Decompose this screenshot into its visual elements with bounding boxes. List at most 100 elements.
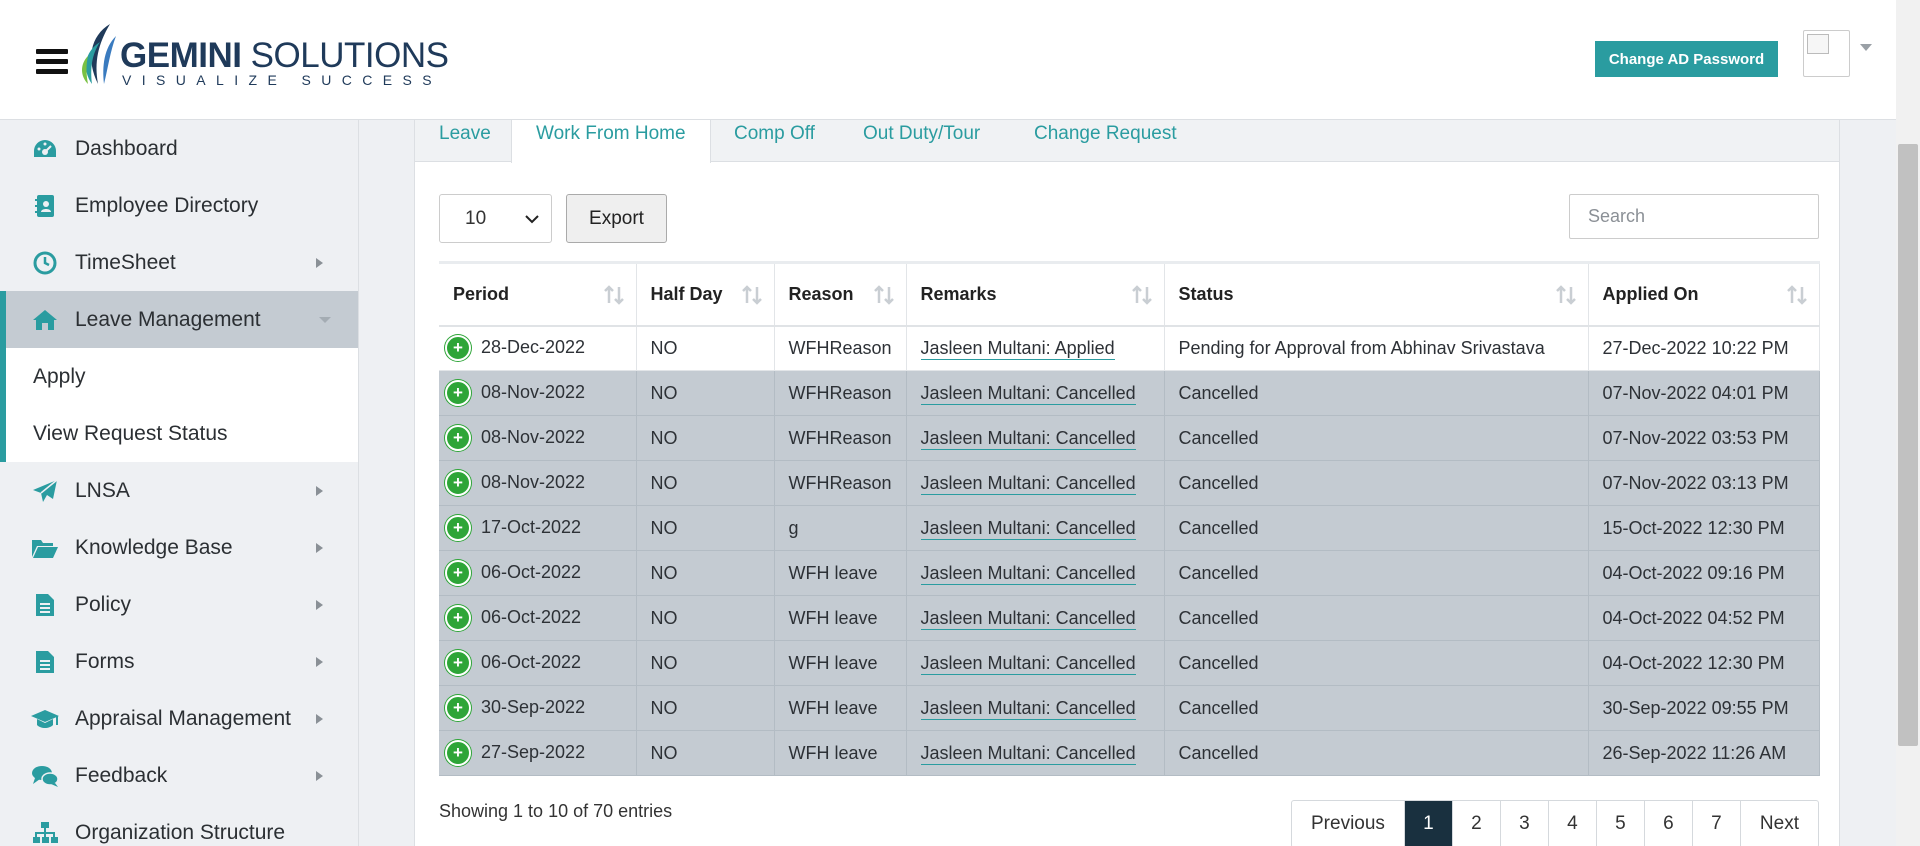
- remarks-link[interactable]: Jasleen Multani: Cancelled: [920, 697, 1136, 720]
- sidebar-item-forms[interactable]: Forms: [0, 633, 358, 690]
- table-row[interactable]: +08-Nov-2022 NO WFHReason Jasleen Multan…: [439, 415, 1820, 461]
- remarks-link[interactable]: Jasleen Multani: Cancelled: [920, 427, 1136, 450]
- table-row[interactable]: +06-Oct-2022 NO WFH leave Jasleen Multan…: [439, 640, 1820, 686]
- chevron-right-icon: [316, 258, 323, 268]
- remarks-link[interactable]: Jasleen Multani: Cancelled: [920, 382, 1136, 405]
- tab-leave[interactable]: Leave: [439, 120, 491, 162]
- chevron-right-icon: [316, 771, 323, 781]
- remarks-link[interactable]: Jasleen Multani: Cancelled: [920, 742, 1136, 765]
- sidebar-subitem-apply[interactable]: Apply: [0, 348, 358, 405]
- table-row[interactable]: +08-Nov-2022 NO WFHReason Jasleen Multan…: [439, 370, 1820, 416]
- table-row[interactable]: +08-Nov-2022 NO WFHReason Jasleen Multan…: [439, 460, 1820, 506]
- change-ad-password-button[interactable]: Change AD Password: [1595, 41, 1778, 77]
- document-icon: [30, 590, 60, 620]
- tab-work-from-home[interactable]: Work From Home: [511, 120, 711, 163]
- tab-change-request[interactable]: Change Request: [1034, 120, 1177, 162]
- sidebar-item-leave-management[interactable]: Leave Management: [0, 291, 358, 348]
- page-button-3[interactable]: 3: [1501, 801, 1549, 846]
- status-cell: Pending for Approval from Abhinav Srivas…: [1164, 325, 1589, 371]
- expand-row-icon[interactable]: +: [445, 425, 471, 451]
- sidebar-item-appraisal-management[interactable]: Appraisal Management: [0, 690, 358, 747]
- expand-row-icon[interactable]: +: [445, 740, 471, 766]
- table-row[interactable]: +27-Sep-2022 NO WFH leave Jasleen Multan…: [439, 730, 1820, 776]
- chevron-down-icon: [525, 215, 539, 224]
- export-button[interactable]: Export: [566, 194, 667, 243]
- leaf-logo-icon: [82, 24, 116, 84]
- chat-bubbles-icon: [30, 761, 60, 791]
- column-header-remarks[interactable]: Remarks: [906, 261, 1165, 327]
- column-header-period[interactable]: Period: [439, 261, 637, 327]
- table-row[interactable]: +30-Sep-2022 NO WFH leave Jasleen Multan…: [439, 685, 1820, 731]
- table-info: Showing 1 to 10 of 70 entries: [439, 801, 673, 821]
- applied-on-cell: 30-Sep-2022 09:55 PM: [1588, 685, 1820, 731]
- sidebar-item-policy[interactable]: Policy: [0, 576, 358, 633]
- sidebar-item-lnsa[interactable]: LNSA: [0, 462, 358, 519]
- column-header-reason[interactable]: Reason: [774, 261, 907, 327]
- remarks-link[interactable]: Jasleen Multani: Applied: [920, 337, 1115, 360]
- remarks-link[interactable]: Jasleen Multani: Cancelled: [920, 517, 1136, 540]
- expand-row-icon[interactable]: +: [445, 470, 471, 496]
- sidebar: Dashboard Employee Directory TimeSheet L…: [0, 120, 359, 846]
- page-button-5[interactable]: 5: [1597, 801, 1645, 846]
- expand-row-icon[interactable]: +: [445, 650, 471, 676]
- half-day-cell: NO: [636, 415, 775, 461]
- column-header-status[interactable]: Status: [1164, 261, 1589, 327]
- table-row[interactable]: +28-Dec-2022 NO WFHReason Jasleen Multan…: [439, 325, 1820, 371]
- company-logo[interactable]: GEMINI SOLUTIONS VISUALIZE SUCCESS: [80, 22, 449, 92]
- table-row[interactable]: +17-Oct-2022 NO g Jasleen Multani: Cance…: [439, 505, 1820, 551]
- sort-icon: [1786, 285, 1807, 305]
- expand-row-icon[interactable]: +: [445, 515, 471, 541]
- page-button-1[interactable]: 1: [1404, 801, 1453, 846]
- chevron-right-icon: [316, 657, 323, 667]
- applied-on-cell: 15-Oct-2022 12:30 PM: [1588, 505, 1820, 551]
- table-row[interactable]: +06-Oct-2022 NO WFH leave Jasleen Multan…: [439, 550, 1820, 596]
- sidebar-item-knowledge-base[interactable]: Knowledge Base: [0, 519, 358, 576]
- sidebar-item-timesheet[interactable]: TimeSheet: [0, 234, 358, 291]
- page-button-7[interactable]: 7: [1693, 801, 1741, 846]
- status-cell: Cancelled: [1164, 730, 1589, 776]
- page-scrollbar[interactable]: [1896, 0, 1920, 846]
- page-button-4[interactable]: 4: [1549, 801, 1597, 846]
- expand-row-icon[interactable]: +: [445, 380, 471, 406]
- remarks-cell: Jasleen Multani: Cancelled: [906, 415, 1165, 461]
- next-page-button[interactable]: Next: [1741, 801, 1818, 846]
- graduation-cap-icon: [30, 704, 60, 734]
- expand-row-icon[interactable]: +: [445, 560, 471, 586]
- reason-cell: WFHReason: [774, 460, 907, 506]
- remarks-link[interactable]: Jasleen Multani: Cancelled: [920, 652, 1136, 675]
- half-day-cell: NO: [636, 460, 775, 506]
- remarks-link[interactable]: Jasleen Multani: Cancelled: [920, 562, 1136, 585]
- remarks-link[interactable]: Jasleen Multani: Cancelled: [920, 472, 1136, 495]
- sidebar-item-organization-structure[interactable]: Organization Structure: [0, 804, 358, 846]
- expand-row-icon[interactable]: +: [445, 335, 471, 362]
- avatar[interactable]: [1803, 30, 1850, 77]
- remarks-cell: Jasleen Multani: Cancelled: [906, 640, 1165, 686]
- page-length-select[interactable]: 10: [439, 194, 552, 243]
- tab-comp-off[interactable]: Comp Off: [734, 120, 815, 162]
- page-button-2[interactable]: 2: [1453, 801, 1501, 846]
- previous-page-button[interactable]: Previous: [1292, 801, 1405, 846]
- remarks-link[interactable]: Jasleen Multani: Cancelled: [920, 607, 1136, 630]
- expand-row-icon[interactable]: +: [445, 695, 471, 721]
- expand-row-icon[interactable]: +: [445, 605, 471, 631]
- sidebar-item-label: Appraisal Management: [75, 706, 291, 730]
- column-header-applied-on[interactable]: Applied On: [1588, 261, 1820, 327]
- sidebar-item-employee-directory[interactable]: Employee Directory: [0, 177, 358, 234]
- hamburger-menu-icon[interactable]: [36, 49, 68, 75]
- sidebar-item-feedback[interactable]: Feedback: [0, 747, 358, 804]
- reason-cell: WFH leave: [774, 640, 907, 686]
- applied-on-cell: 07-Nov-2022 04:01 PM: [1588, 370, 1820, 416]
- column-header-half-day[interactable]: Half Day: [636, 261, 775, 327]
- tab-out-duty-tour[interactable]: Out Duty/Tour: [863, 120, 980, 162]
- sidebar-subitem-view-request-status[interactable]: View Request Status: [0, 405, 358, 462]
- chevron-down-icon[interactable]: [1860, 44, 1872, 51]
- scrollbar-thumb[interactable]: [1898, 144, 1918, 746]
- sidebar-item-label: Feedback: [75, 763, 168, 787]
- table-row[interactable]: +06-Oct-2022 NO WFH leave Jasleen Multan…: [439, 595, 1820, 641]
- half-day-cell: NO: [636, 505, 775, 551]
- page-button-6[interactable]: 6: [1645, 801, 1693, 846]
- reason-cell: WFH leave: [774, 685, 907, 731]
- sidebar-item-dashboard[interactable]: Dashboard: [0, 120, 358, 177]
- clock-icon: [30, 248, 60, 278]
- search-input[interactable]: [1569, 194, 1819, 239]
